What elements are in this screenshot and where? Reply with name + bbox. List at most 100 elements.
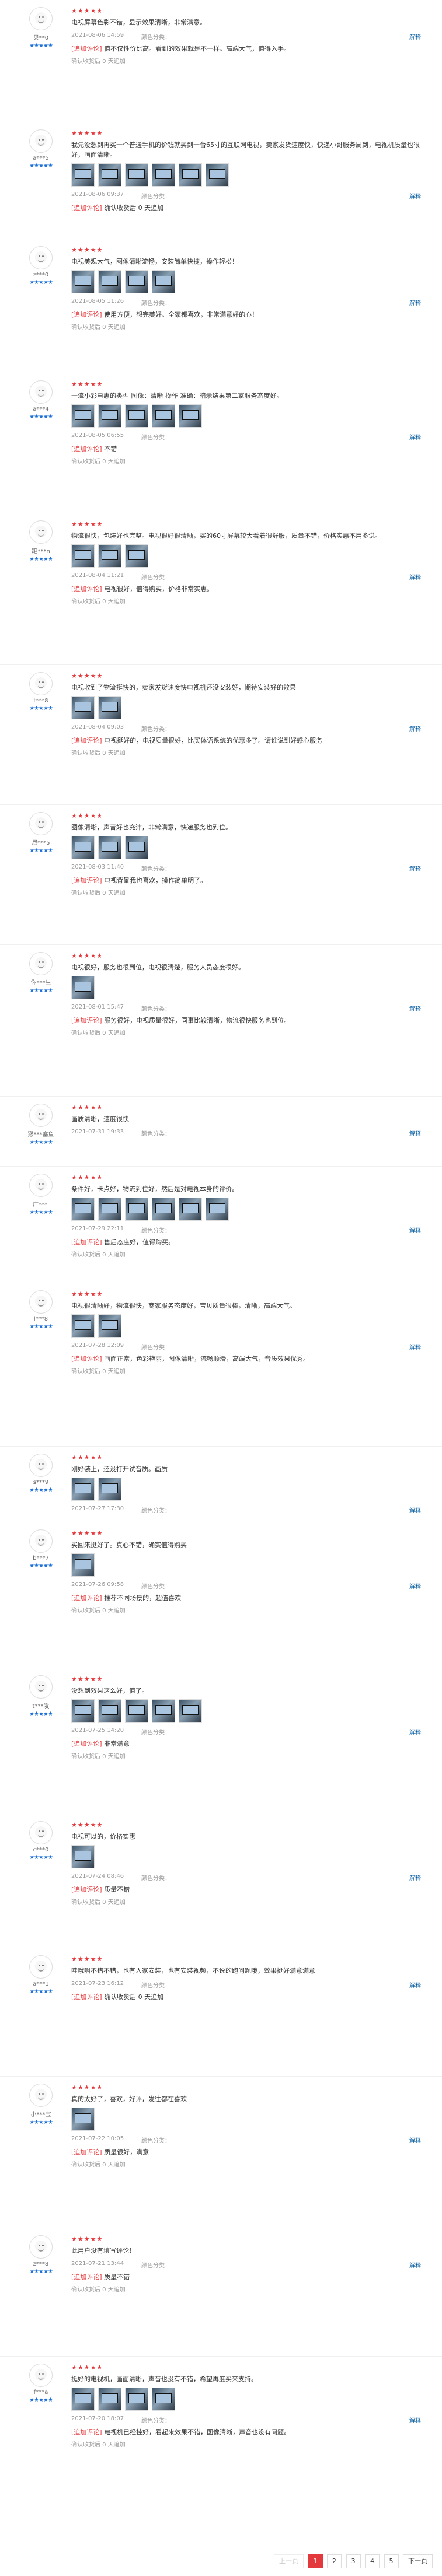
review-photo-thumbnail[interactable] [71, 270, 95, 293]
append-timing: 确认收货后 0 天追加 [71, 1252, 126, 1258]
review-date: 2021-08-01 15:47 [71, 1004, 124, 1010]
review-content: ★★★★★ 电视屏幕色彩不错，显示效果清晰，非常满意。 2021-08-06 1… [71, 7, 431, 65]
review-photo-thumbnail[interactable] [71, 1314, 95, 1338]
reviewer-info: z***8 ★★★★★ [18, 2235, 64, 2275]
reply-button[interactable]: 解释 [409, 1873, 421, 1882]
review-photo-thumbnail[interactable] [152, 2388, 175, 2411]
review-photo-thumbnail[interactable] [152, 1198, 175, 1221]
reviewer-info: t***8 ★★★★★ [18, 672, 64, 712]
append-timing: 确认收货后 0 天追加 [71, 1608, 126, 1614]
review-photo-thumbnail[interactable] [152, 270, 175, 293]
next-page-button[interactable]: 下一页 [403, 2554, 433, 2568]
review-photo-thumbnail[interactable] [71, 544, 95, 568]
reply-button[interactable]: 解释 [409, 864, 421, 873]
review-photo-thumbnail[interactable] [98, 404, 121, 428]
review-photo-thumbnail[interactable] [71, 163, 95, 187]
reply-button[interactable]: 解释 [409, 1342, 421, 1351]
reply-button[interactable]: 解释 [409, 2416, 421, 2424]
review-photo-thumbnail[interactable] [125, 270, 148, 293]
review-photo-thumbnail[interactable] [125, 1198, 148, 1221]
review-photo-thumbnail[interactable] [125, 1699, 148, 1723]
reply-button[interactable]: 解释 [409, 298, 421, 307]
review-content: ★★★★★ 哇哦啊不错不错，也有人家安装，也有安装视频，不说的跑问题哦，效果挺好… [71, 1955, 431, 2002]
review-photo-thumbnail[interactable] [179, 404, 202, 428]
reviewer-info: 尼***5 ★★★★★ [18, 812, 64, 854]
reply-button[interactable]: 解释 [409, 1581, 421, 1590]
append-tag: [追加评论] [71, 1017, 102, 1024]
review-photo-thumbnail[interactable] [179, 1699, 202, 1723]
reply-button[interactable]: 解释 [409, 724, 421, 733]
review-photo-thumbnail[interactable] [152, 163, 175, 187]
appended-review: [追加评论] 服务很好，电视质量很好，同事比较清晰，物流很快服务也到位。 [71, 1016, 431, 1026]
avatar [29, 2084, 53, 2107]
review-photo-thumbnail[interactable] [71, 2388, 95, 2411]
append-text: 使用方便，想完美好。全家都喜欢，非常满意好的心！ [104, 311, 259, 318]
review-date: 2021-08-03 11:40 [71, 864, 124, 870]
reply-button[interactable]: 解释 [409, 2260, 421, 2269]
review-content: ★★★★★ 我先没想到再买一个普通手机的价钱就买到一台65寸的互联网电视，卖家发… [71, 130, 431, 213]
append-tag: [追加评论] [71, 2428, 102, 2436]
review-photo-thumbnail[interactable] [98, 163, 121, 187]
append-text: 电视机已经挂好，看起来效果不错，图像清晰，声音也没有问题。 [104, 2428, 291, 2436]
review-photo-thumbnail[interactable] [71, 1198, 95, 1221]
page-2-button[interactable]: 2 [327, 2554, 342, 2568]
review-item: a***1 ★★★★★ ★★★★★ 哇哦啊不错不错，也有人家安装，也有安装视频，… [0, 1948, 442, 2077]
reply-button[interactable]: 解释 [409, 572, 421, 581]
reviewer-name: f***a [33, 2389, 48, 2396]
review-photo-thumbnail[interactable] [71, 1845, 95, 1868]
review-photo-thumbnail[interactable] [71, 836, 95, 859]
review-photo-thumbnail[interactable] [98, 2388, 121, 2411]
reply-button[interactable]: 解释 [409, 191, 421, 200]
review-photo-thumbnail[interactable] [98, 696, 121, 719]
review-photo-thumbnail[interactable] [71, 1478, 95, 1501]
review-photo-thumbnail[interactable] [71, 696, 95, 719]
review-photo-thumbnail[interactable] [125, 2388, 148, 2411]
reply-button[interactable]: 解释 [409, 1004, 421, 1013]
page-4-button[interactable]: 4 [365, 2554, 380, 2568]
review-content: ★★★★★ 画质清晰，速度很快 2021-07-31 19:33 颜色分类： 解… [71, 1104, 431, 1138]
append-text: 不错 [104, 445, 117, 453]
review-photo-thumbnail[interactable] [125, 163, 148, 187]
review-photo-thumbnail[interactable] [71, 2108, 95, 2131]
review-content: ★★★★★ 电视美观大气，图像清晰流畅，安装简单快捷，操作轻松！ 2021-08… [71, 246, 431, 331]
review-photo-thumbnail[interactable] [179, 163, 202, 187]
review-photo-thumbnail[interactable] [71, 404, 95, 428]
review-photo-thumbnail[interactable] [98, 1314, 121, 1338]
review-photo-thumbnail[interactable] [152, 1699, 175, 1723]
page-5-button[interactable]: 5 [384, 2554, 399, 2568]
review-photo-thumbnail[interactable] [98, 836, 121, 859]
review-photo-thumbnail[interactable] [71, 1699, 95, 1723]
page-3-button[interactable]: 3 [346, 2554, 361, 2568]
product-spec: 颜色分类： [141, 435, 170, 441]
review-meta: 2021-07-24 08:46 颜色分类： 解释 [71, 1873, 431, 1882]
review-photo-thumbnail[interactable] [98, 1699, 121, 1723]
reply-button[interactable]: 解释 [409, 1506, 421, 1514]
review-photo-thumbnail[interactable] [125, 836, 148, 859]
reply-button[interactable]: 解释 [409, 2136, 421, 2144]
review-photo-thumbnail[interactable] [98, 1198, 121, 1221]
reply-button[interactable]: 解释 [409, 1129, 421, 1138]
review-photo-thumbnail[interactable] [125, 544, 148, 568]
reply-button[interactable]: 解释 [409, 32, 421, 41]
review-photos [71, 1478, 431, 1501]
review-photo-thumbnail[interactable] [152, 404, 175, 428]
prev-page-button[interactable]: 上一页 [274, 2554, 304, 2568]
review-photo-thumbnail[interactable] [125, 404, 148, 428]
reply-button[interactable]: 解释 [409, 1226, 421, 1234]
review-photo-thumbnail[interactable] [71, 1553, 95, 1577]
product-spec: 颜色分类： [141, 1730, 170, 1736]
reply-button[interactable]: 解释 [409, 1980, 421, 1989]
review-photo-thumbnail[interactable] [179, 1198, 202, 1221]
review-photo-thumbnail[interactable] [98, 1478, 121, 1501]
review-photo-thumbnail[interactable] [206, 1198, 229, 1221]
review-photo-thumbnail[interactable] [71, 976, 95, 999]
reply-button[interactable]: 解释 [409, 432, 421, 441]
avatar [29, 1530, 53, 1553]
review-photo-thumbnail[interactable] [98, 270, 121, 293]
review-photo-thumbnail[interactable] [98, 544, 121, 568]
reviewer-level-icon: ★★★★★ [29, 1563, 53, 1569]
review-photo-thumbnail[interactable] [206, 163, 229, 187]
reply-button[interactable]: 解释 [409, 1727, 421, 1736]
page-1-button[interactable]: 1 [308, 2554, 323, 2568]
reviewer-info: a***5 ★★★★★ [18, 130, 64, 169]
